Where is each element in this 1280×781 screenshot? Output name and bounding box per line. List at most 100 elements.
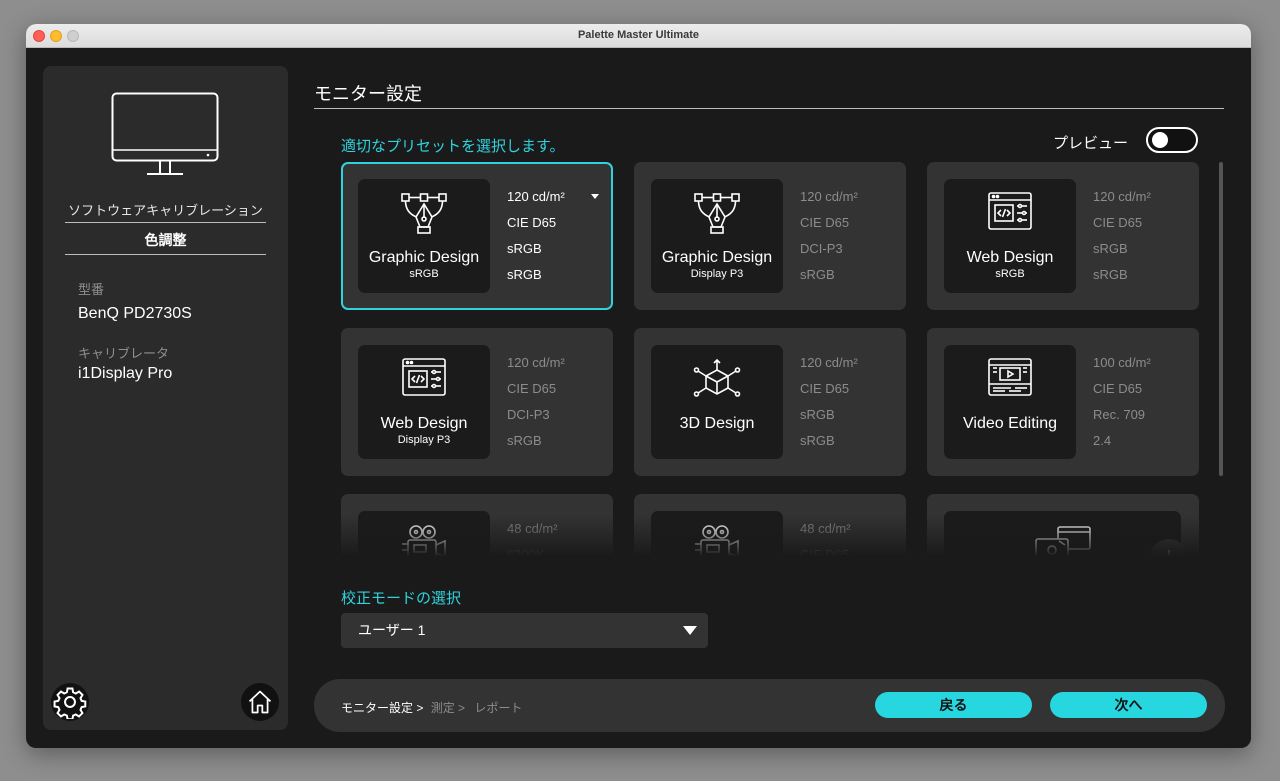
calibrator-value: i1Display Pro bbox=[78, 365, 173, 382]
spec-luminance: 48 cd/m² bbox=[507, 521, 558, 536]
preset-card-web-srgb[interactable]: Web Design sRGB 120 cd/m² CIE D65 sRGB s… bbox=[927, 162, 1199, 310]
preset-specs: 100 cd/m² CIE D65 Rec. 709 2.4 bbox=[1093, 355, 1151, 459]
spec-luminance-value: 120 cd/m² bbox=[507, 189, 565, 204]
preset-specs: 120 cd/m² CIE D65 sRGB sRGB bbox=[800, 355, 858, 459]
preset-name: Graphic Design bbox=[368, 249, 480, 266]
spec-white-point: CIE D65 bbox=[800, 381, 850, 396]
web-code-icon bbox=[944, 191, 1076, 231]
preset-tile: Graphic Design sRGB bbox=[358, 179, 490, 293]
preset-name: Video Editing bbox=[963, 415, 1057, 432]
preset-gamut: Display P3 bbox=[397, 434, 451, 446]
preset-specs: 120 cd/m² CIE D65 sRGB sRGB bbox=[507, 189, 599, 293]
spec-white-point: CIE D65 bbox=[1093, 381, 1143, 396]
spec-gamut: Rec. 709 bbox=[1093, 407, 1146, 422]
preset-scrollbar[interactable] bbox=[1219, 162, 1223, 476]
3d-cube-icon bbox=[651, 357, 783, 403]
spec-luminance: 120 cd/m² bbox=[800, 189, 858, 204]
chevron-down-icon[interactable] bbox=[591, 194, 599, 199]
preset-card-cinema-1[interactable]: 48 cd/m² 6300K bbox=[341, 494, 613, 564]
film-camera-icon bbox=[651, 523, 783, 563]
pen-tool-icon bbox=[651, 191, 783, 237]
web-code-icon bbox=[358, 357, 490, 397]
chevron-down-icon bbox=[683, 626, 697, 635]
crumb-monitor-settings: モニター設定 > bbox=[341, 701, 424, 715]
breadcrumb: モニター設定 > 測定 > レポート bbox=[341, 699, 522, 716]
spec-luminance: 48 cd/m² bbox=[800, 521, 851, 536]
preview-toggle[interactable] bbox=[1146, 127, 1198, 153]
crumb-report: レポート bbox=[474, 701, 523, 715]
toggle-knob bbox=[1152, 132, 1168, 148]
model-label: 型番 bbox=[78, 282, 105, 297]
preset-tile: Graphic Design Display P3 bbox=[651, 179, 783, 293]
settings-button[interactable] bbox=[51, 683, 89, 721]
calibration-mode-heading: 校正モードの選択 bbox=[341, 590, 462, 607]
monitor-icon bbox=[111, 92, 219, 175]
spec-luminance: 120 cd/m² bbox=[1093, 189, 1151, 204]
preset-card-graphic-p3[interactable]: Graphic Design Display P3 120 cd/m² CIE … bbox=[634, 162, 906, 310]
back-button[interactable]: 戻る bbox=[875, 692, 1032, 718]
sidebar: ソフトウェアキャリブレーション 色調整 型番 BenQ PD2730S キャリブ… bbox=[43, 66, 288, 730]
preset-specs: 48 cd/m² CIE D65 bbox=[800, 521, 851, 564]
preset-specs: 120 cd/m² CIE D65 DCI-P3 sRGB bbox=[507, 355, 565, 459]
window-title: Palette Master Ultimate bbox=[577, 29, 700, 41]
preset-specs: 48 cd/m² 6300K bbox=[507, 521, 558, 564]
preset-specs: 120 cd/m² CIE D65 sRGB sRGB bbox=[1093, 189, 1151, 293]
preset-tile bbox=[944, 511, 1188, 564]
preset-grid: Graphic Design sRGB 120 cd/m² CIE D65 sR… bbox=[330, 160, 1210, 564]
preset-card-3d-design[interactable]: 3D Design 120 cd/m² CIE D65 sRGB sRGB bbox=[634, 328, 906, 476]
footer-bar: モニター設定 > 測定 > レポート 戻る 次へ bbox=[314, 679, 1225, 732]
spec-white-point: 6300K bbox=[507, 547, 545, 562]
calibration-mode-select[interactable]: ユーザー 1 bbox=[341, 613, 708, 648]
preset-specs: 120 cd/m² CIE D65 DCI-P3 sRGB bbox=[800, 189, 858, 293]
page-title: モニター設定 bbox=[314, 84, 422, 104]
preset-card-graphic-srgb[interactable]: Graphic Design sRGB 120 cd/m² CIE D65 sR… bbox=[341, 162, 613, 310]
home-icon bbox=[248, 690, 272, 714]
spec-gamut: sRGB bbox=[1093, 241, 1128, 256]
preset-card-video-editing[interactable]: Video Editing 100 cd/m² CIE D65 Rec. 709… bbox=[927, 328, 1199, 476]
preset-name: 3D Design bbox=[679, 415, 755, 432]
spec-white-point: CIE D65 bbox=[1093, 215, 1143, 230]
next-button[interactable]: 次へ bbox=[1050, 692, 1207, 718]
model-value: BenQ PD2730S bbox=[78, 305, 192, 322]
spec-gamut: sRGB bbox=[800, 407, 835, 422]
tab-software-calibration[interactable]: ソフトウェアキャリブレーション bbox=[65, 200, 266, 223]
home-button[interactable] bbox=[241, 683, 279, 721]
spec-luminance: 120 cd/m² bbox=[800, 355, 858, 370]
film-camera-icon bbox=[358, 523, 490, 563]
preset-name: Web Design bbox=[966, 249, 1054, 266]
spec-gamut: sRGB bbox=[507, 241, 542, 256]
spec-gamma: sRGB bbox=[800, 267, 835, 282]
spec-luminance[interactable]: 120 cd/m² bbox=[507, 189, 599, 215]
spec-gamut: DCI-P3 bbox=[800, 241, 843, 256]
spec-gamma: sRGB bbox=[507, 267, 542, 282]
preset-card-custom[interactable] bbox=[927, 494, 1199, 564]
preview-label: プレビュー bbox=[1053, 135, 1129, 152]
spec-white-point: CIE D65 bbox=[800, 215, 850, 230]
preset-name: Graphic Design bbox=[661, 249, 773, 266]
spec-gamma: sRGB bbox=[1093, 267, 1128, 282]
preset-card-web-p3[interactable]: Web Design Display P3 120 cd/m² CIE D65 … bbox=[341, 328, 613, 476]
pen-tool-icon bbox=[358, 191, 490, 237]
custom-import-icon bbox=[944, 525, 1181, 563]
spec-gamma: sRGB bbox=[507, 433, 542, 448]
preset-gamut: Display P3 bbox=[690, 268, 744, 280]
preset-tile bbox=[651, 511, 783, 564]
preset-card-cinema-2[interactable]: 48 cd/m² CIE D65 bbox=[634, 494, 906, 564]
calibration-mode-value: ユーザー 1 bbox=[358, 622, 426, 638]
title-divider bbox=[314, 108, 1224, 109]
spec-gamut: DCI-P3 bbox=[507, 407, 550, 422]
spec-luminance: 120 cd/m² bbox=[507, 355, 565, 370]
preset-tile: Video Editing bbox=[944, 345, 1076, 459]
tab-color-adjustment[interactable]: 色調整 bbox=[65, 230, 266, 255]
spec-gamma: 2.4 bbox=[1093, 433, 1112, 448]
spec-white-point: CIE D65 bbox=[507, 381, 557, 396]
preset-tile: 3D Design bbox=[651, 345, 783, 459]
preset-tile: Web Design Display P3 bbox=[358, 345, 490, 459]
preset-heading: 適切なプリセットを選択します。 bbox=[341, 138, 565, 155]
crumb-measurement: 測定 > bbox=[430, 701, 466, 715]
preset-name: Web Design bbox=[380, 415, 468, 432]
title-bar: Palette Master Ultimate bbox=[26, 24, 1251, 48]
spec-gamma: sRGB bbox=[800, 433, 835, 448]
calibrator-label: キャリブレータ bbox=[78, 346, 170, 361]
download-button[interactable] bbox=[1150, 539, 1188, 564]
